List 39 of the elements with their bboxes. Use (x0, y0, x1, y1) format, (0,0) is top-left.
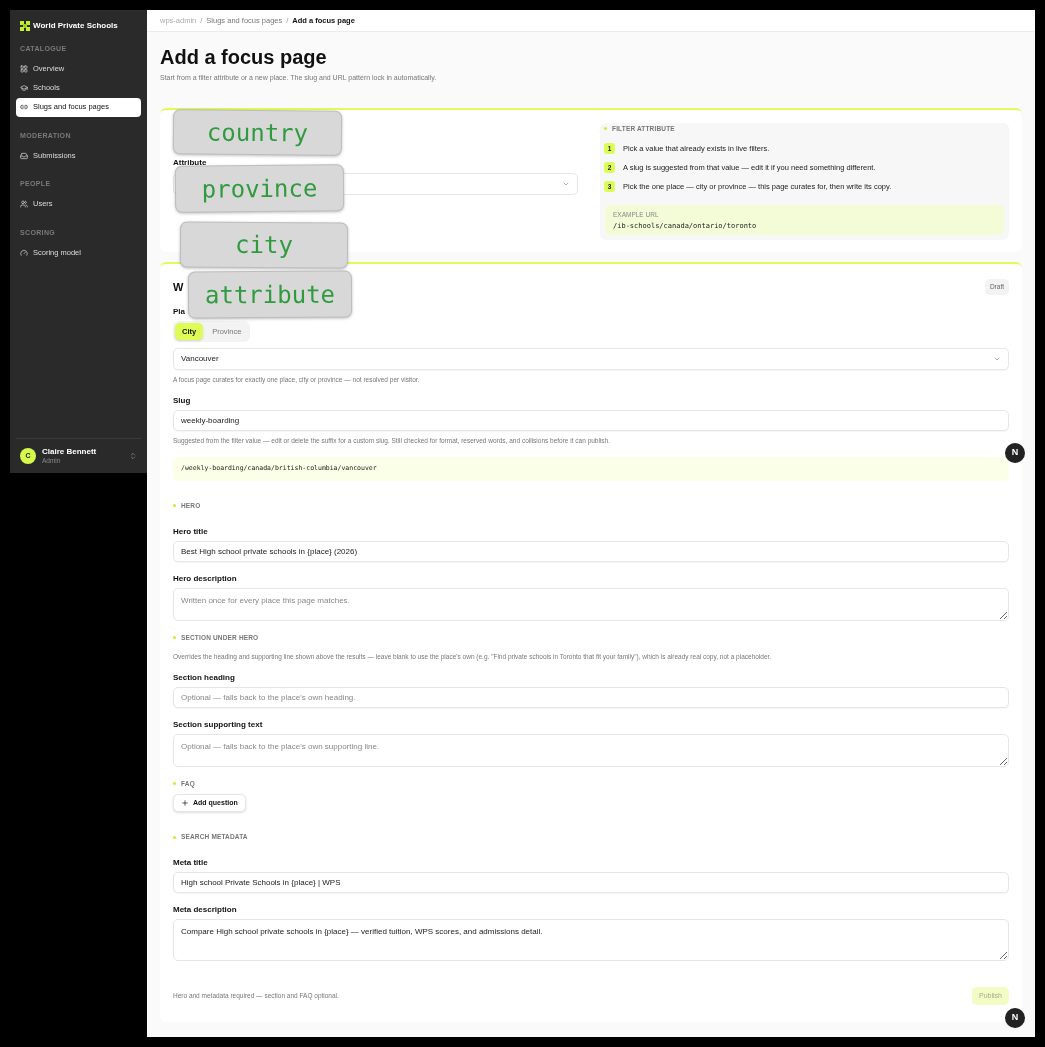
card-heading: W (173, 279, 184, 295)
place-select[interactable]: Vancouver (173, 348, 1009, 370)
field-label: Meta title (173, 858, 208, 868)
sticky-note: attribute (187, 270, 353, 319)
nav-icon (20, 103, 28, 111)
brand-name: World Private Schools (33, 20, 118, 32)
sticky-note: city (179, 221, 349, 269)
nav-icon (20, 65, 28, 73)
field-label: Meta description (173, 905, 237, 915)
text-field[interactable]: Best High school private schools in {place} (2026) (173, 540, 1009, 562)
sticky-note: country (172, 109, 343, 156)
nav-icon (20, 84, 28, 92)
field-label: Pla (173, 307, 185, 317)
bullet-icon (173, 504, 176, 508)
bullet-icon (173, 835, 176, 839)
text-area[interactable]: Compare High school private schools in {place} — verified tuition, WPS scores, and admissions detail. (173, 919, 1009, 961)
page-title: Add a focus page (160, 45, 328, 69)
field-label: Hero title (173, 526, 208, 537)
field-label: Hero description (173, 573, 237, 584)
nav-icon (20, 248, 28, 257)
logo-icon (20, 21, 30, 31)
bullet-icon (173, 781, 176, 785)
chevron-down-icon (993, 355, 1001, 363)
field-label: Slug (173, 396, 191, 406)
bullet-icon (173, 636, 176, 640)
nav-icon (20, 151, 28, 160)
text-field[interactable]: High school Private Schools in {place} | WPS (173, 872, 1009, 893)
sticky-note: province (174, 164, 345, 213)
bullet-icon (604, 126, 607, 130)
field-label: Section heading (173, 672, 235, 683)
field-label: Section supporting text (173, 719, 263, 730)
text-area[interactable]: Optional — falls back to the place's own supporting line. (173, 733, 1009, 767)
nav-icon (20, 200, 28, 208)
user-name: Claire Bennett (42, 447, 98, 457)
text-field[interactable]: Optional — falls back to the place's own heading. (173, 686, 1009, 708)
text-area[interactable]: Written once for every place this page matches. (173, 587, 1009, 621)
text-field[interactable]: weekly-boarding (173, 410, 1009, 431)
expand-icon[interactable] (129, 452, 137, 460)
plus-icon (181, 799, 189, 808)
